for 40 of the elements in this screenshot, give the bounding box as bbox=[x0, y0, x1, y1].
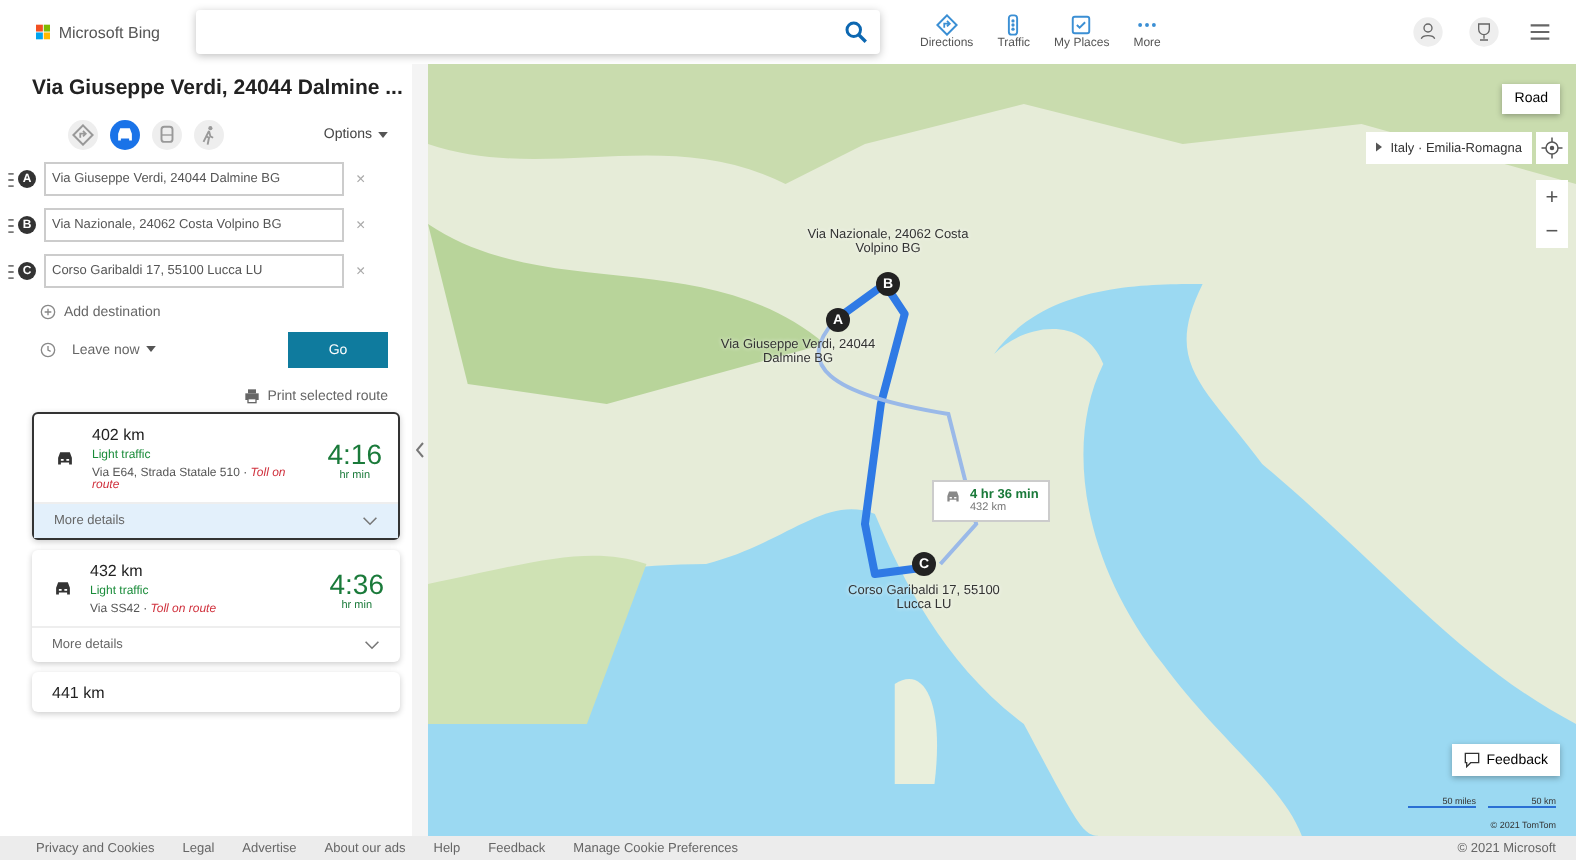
locate-icon[interactable] bbox=[1536, 132, 1568, 164]
route-duration: 4:16 bbox=[327, 437, 382, 469]
caret-down-icon bbox=[378, 131, 388, 138]
caret-down-icon bbox=[145, 346, 156, 353]
drag-handle-icon[interactable] bbox=[8, 217, 14, 233]
route-duration: 4:36 bbox=[329, 567, 384, 599]
brand-name: Microsoft Bing bbox=[58, 23, 160, 41]
chevron-down-icon[interactable] bbox=[364, 640, 380, 650]
car-icon bbox=[944, 488, 962, 506]
diamond-arrow-icon bbox=[935, 14, 958, 36]
checked-note-icon bbox=[1070, 14, 1093, 36]
printer-icon[interactable] bbox=[243, 388, 260, 404]
plus-circle-icon[interactable] bbox=[40, 304, 56, 320]
zoom-in-button[interactable]: + bbox=[1536, 180, 1568, 214]
triangle-right-icon bbox=[1376, 141, 1383, 151]
travel-mode-button[interactable] bbox=[68, 120, 98, 150]
route-title: Via Giuseppe Verdi, 24044 Dalmine ... bbox=[32, 76, 403, 100]
travel-mode-button[interactable] bbox=[194, 120, 224, 150]
car-icon bbox=[54, 448, 76, 470]
trophy-icon[interactable] bbox=[1468, 16, 1500, 48]
route-card[interactable]: 441 km bbox=[32, 672, 400, 712]
bus-icon bbox=[156, 124, 178, 146]
travel-mode-button[interactable] bbox=[152, 120, 182, 150]
route-distance: 432 km bbox=[90, 562, 145, 580]
car-icon bbox=[114, 124, 136, 146]
travel-mode-button[interactable] bbox=[110, 120, 140, 150]
drag-handle-icon[interactable] bbox=[8, 263, 14, 279]
car-icon bbox=[52, 578, 74, 600]
logo-icon bbox=[36, 22, 51, 42]
search-icon[interactable] bbox=[844, 20, 868, 44]
clock-icon bbox=[40, 342, 56, 358]
drag-handle-icon[interactable] bbox=[8, 171, 14, 187]
zoom-out-button[interactable]: − bbox=[1536, 214, 1568, 248]
user-avatar-icon[interactable] bbox=[1412, 16, 1444, 48]
route-distance: 402 km bbox=[92, 426, 147, 444]
speech-bubble-icon bbox=[1464, 752, 1481, 768]
route-distance: 441 km bbox=[52, 684, 107, 702]
diamond-arrow-icon bbox=[72, 124, 94, 146]
chevron-left-icon[interactable] bbox=[416, 442, 424, 458]
chevron-down-icon[interactable] bbox=[362, 516, 378, 526]
